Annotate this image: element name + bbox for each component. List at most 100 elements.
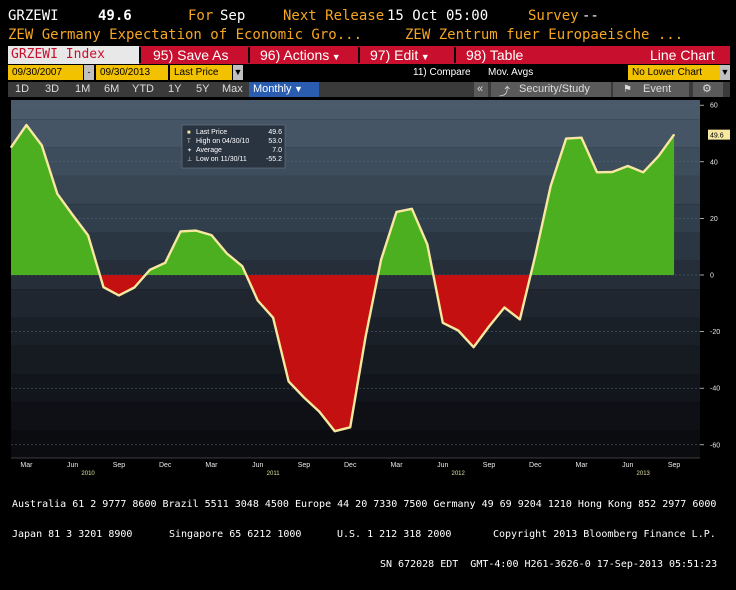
security-study-label: Security/Study — [519, 83, 590, 95]
legend-label: High on 04/30/10 — [196, 138, 249, 145]
data-point — [580, 137, 583, 139]
settings-button[interactable]: ⚙ — [693, 82, 723, 97]
for-period: Sep — [220, 8, 246, 24]
data-point — [611, 171, 613, 173]
chevron-down-icon[interactable]: ▼ — [233, 65, 243, 80]
data-point — [488, 325, 490, 328]
data-point — [41, 144, 43, 146]
data-point — [334, 430, 336, 432]
footer-singapore: Singapore 65 6212 1000 — [169, 529, 302, 540]
flag-icon: ⚑ — [623, 84, 632, 95]
range-1d[interactable]: 1D — [15, 82, 29, 97]
y-tick-label: 40 — [710, 159, 718, 166]
mov-avgs-button[interactable]: Mov. Avgs — [488, 65, 533, 80]
divider — [248, 47, 250, 63]
footer-contacts-line1: Australia 61 2 9777 8600 Brazil 5511 304… — [12, 499, 717, 510]
survey-label: Survey — [528, 8, 579, 24]
range-max[interactable]: Max — [222, 82, 243, 97]
caret-down-icon: ▼ — [329, 52, 341, 62]
x-tick-label: Dec — [344, 462, 357, 469]
year-label: 2013 — [637, 471, 651, 477]
table-button[interactable]: 98) Table — [466, 46, 523, 64]
footer-session: SN 672028 EDT GMT-4:00 H261-3626-0 17-Se… — [380, 559, 718, 570]
next-release-label: Next Release — [283, 8, 385, 24]
data-point — [287, 380, 290, 383]
data-point — [272, 317, 274, 319]
index-field[interactable]: GRZEWI Index — [8, 46, 139, 64]
survey-value: -- — [582, 8, 599, 24]
last-value-label: 49.6 — [710, 133, 724, 140]
legend-value: 53.0 — [268, 138, 282, 145]
range-6m[interactable]: 6M — [104, 82, 119, 97]
description-row: ZEW Germany Expectation of Economic Gro.… — [8, 27, 728, 45]
event-label: Event — [643, 83, 672, 95]
price-field-select[interactable]: Last Price — [170, 65, 232, 80]
data-point — [627, 165, 629, 167]
data-point — [10, 146, 12, 148]
ticker: GRZEWI — [8, 8, 59, 24]
x-tick-label: Jun — [67, 462, 78, 469]
save-as-button[interactable]: 95) Save As — [153, 46, 229, 64]
range-1y[interactable]: 1Y — [168, 82, 181, 97]
background-band — [11, 119, 700, 148]
data-point — [102, 286, 105, 288]
data-point — [442, 322, 444, 324]
x-tick-label: Dec — [159, 462, 172, 469]
footer-us: U.S. 1 212 318 2000 — [337, 529, 452, 540]
legend-label: Low on 11/30/11 — [196, 156, 247, 163]
data-point — [395, 211, 398, 213]
data-point — [303, 396, 305, 399]
background-band — [11, 100, 700, 120]
y-tick-label: 0 — [710, 273, 714, 280]
data-point — [473, 346, 475, 348]
event-button[interactable]: ⚑ Event — [613, 82, 689, 97]
footer-japan: Japan 81 3 3201 8900 — [12, 529, 133, 540]
legend-value: 49.6 — [268, 129, 282, 136]
background-band — [11, 430, 700, 458]
legend-value: -55.2 — [266, 156, 282, 163]
range-ytd[interactable]: YTD — [132, 82, 154, 97]
data-point — [87, 234, 89, 236]
y-tick-label: 60 — [710, 103, 718, 110]
legend-marker-icon: ✦ — [187, 147, 192, 154]
x-tick-label: Mar — [390, 462, 403, 469]
footer-copyright: Copyright 2013 Bloomberg Finance L.P. — [493, 529, 716, 540]
collapse-button[interactable]: « — [474, 82, 488, 97]
x-tick-label: Sep — [298, 462, 311, 469]
start-date-field[interactable]: 09/30/2007 — [8, 65, 83, 80]
x-tick-label: Jun — [622, 462, 633, 469]
range-3d[interactable]: 3D — [45, 82, 59, 97]
period-select[interactable]: Monthly ▼ — [249, 82, 319, 97]
end-date-field[interactable]: 09/30/2013 — [96, 65, 168, 80]
year-label: 2012 — [452, 471, 466, 477]
lower-chart-select[interactable]: No Lower Chart — [628, 65, 720, 80]
data-point — [550, 185, 552, 187]
compare-button[interactable]: 11) Compare — [413, 65, 471, 80]
data-point — [365, 335, 367, 337]
last-value: 49.6 — [98, 8, 132, 24]
data-point — [642, 171, 644, 173]
range-1m[interactable]: 1M — [75, 82, 90, 97]
legend: ■ Last Price 49.6 T High on 04/30/10 53.0 ✦ Ave… — [181, 124, 286, 169]
actions-button[interactable]: 96) Actions ▼ — [260, 46, 341, 64]
legend-value: 7.0 — [272, 147, 282, 154]
x-axis: Mar Jun Sep Dec Mar Jun Sep Dec Mar Jun Sep Dec Mar J… — [11, 457, 700, 477]
data-point — [658, 155, 660, 157]
data-point — [164, 262, 166, 264]
data-point — [411, 208, 413, 210]
edit-button[interactable]: 97) Edit ▼ — [370, 46, 430, 64]
security-study-button[interactable]: ⤴ Security/Study — [491, 82, 611, 98]
x-tick-label: Dec — [529, 462, 542, 469]
background-band — [11, 402, 700, 431]
caret-down-icon: ▼ — [418, 52, 430, 62]
function-toolbar: GRZEWI Index 95) Save As 96) Actions ▼ 9… — [8, 46, 730, 64]
header-row: GRZEWI 49.6 For Sep Next Release 15 Oct … — [8, 8, 728, 26]
range-5y[interactable]: 5Y — [196, 82, 209, 97]
y-axis: 60 40 20 0 -20 -40 -60 49.6 — [700, 103, 730, 449]
actions-label: 96) Actions — [260, 47, 330, 63]
range-dash: - — [84, 65, 94, 80]
chevron-down-icon[interactable]: ▼ — [720, 65, 730, 80]
data-point — [133, 286, 135, 289]
data-point — [72, 214, 74, 216]
description-right: ZEW Zentrum fuer Europaeische ... — [405, 27, 684, 43]
